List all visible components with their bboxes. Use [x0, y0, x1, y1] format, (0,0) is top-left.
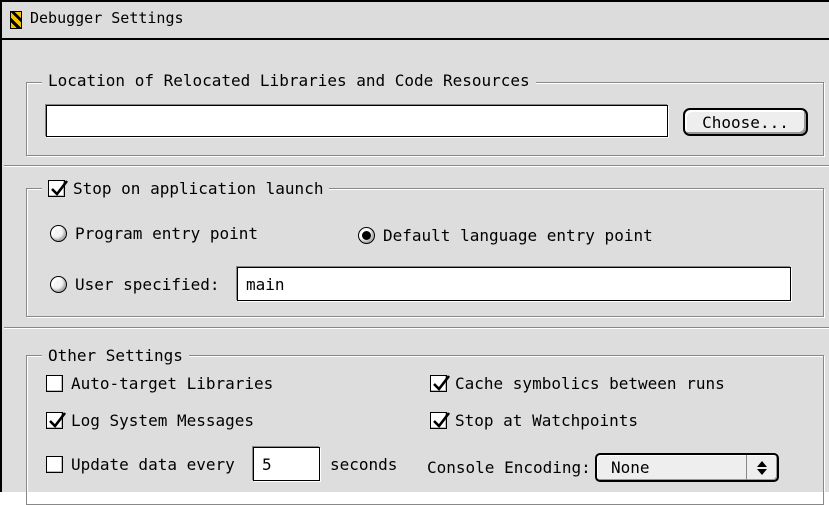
app-icon: [10, 11, 22, 29]
libraries-legend: Location of Relocated Libraries and Code…: [42, 69, 536, 91]
libraries-path-field[interactable]: [46, 105, 668, 137]
up-down-arrows-icon: [746, 455, 777, 480]
other-settings-legend-label: Other Settings: [48, 345, 183, 365]
console-encoding-text: Console Encoding:: [427, 458, 591, 477]
update-every-label: Update data every: [71, 455, 235, 474]
cache-symbolics-option[interactable]: Cache symbolics between runs: [430, 374, 725, 393]
seconds-label: seconds: [330, 455, 398, 474]
auto-target-label: Auto-target Libraries: [71, 374, 274, 393]
user-specified-value: main: [246, 274, 285, 294]
update-every-checkbox[interactable]: [46, 456, 63, 473]
title-bar[interactable]: Debugger Settings: [2, 2, 829, 40]
log-system-label: Log System Messages: [71, 411, 255, 430]
default-entry-label: Default language entry point: [383, 226, 653, 245]
user-specified-label: User specified:: [75, 275, 220, 294]
console-encoding-label: Console Encoding:: [427, 458, 591, 477]
auto-target-option[interactable]: Auto-target Libraries: [46, 374, 273, 393]
stop-watchpoints-option[interactable]: Stop at Watchpoints: [430, 411, 638, 430]
update-interval-value: 5: [262, 454, 272, 474]
section-divider: [4, 327, 829, 329]
cache-symbolics-label: Cache symbolics between runs: [455, 374, 725, 393]
program-entry-label: Program entry point: [75, 224, 259, 243]
user-specified-radio[interactable]: [50, 276, 67, 293]
update-every-option[interactable]: Update data every: [46, 455, 235, 474]
libraries-legend-label: Location of Relocated Libraries and Code…: [48, 70, 530, 90]
console-encoding-popup[interactable]: None: [595, 453, 779, 482]
choose-button-label: Choose...: [702, 112, 789, 132]
program-entry-option[interactable]: Program entry point: [50, 224, 258, 243]
user-specified-field[interactable]: main: [237, 267, 791, 301]
program-entry-radio[interactable]: [50, 225, 67, 242]
update-interval-field[interactable]: 5: [253, 447, 320, 481]
window-title: Debugger Settings: [30, 9, 184, 27]
other-settings-legend: Other Settings: [42, 344, 189, 366]
section-divider: [4, 165, 829, 167]
console-encoding-value: None: [611, 458, 650, 477]
log-system-option[interactable]: Log System Messages: [46, 411, 254, 430]
cache-symbolics-checkbox[interactable]: [430, 375, 451, 392]
launch-legend: Stop on application launch: [42, 177, 330, 199]
default-entry-option[interactable]: Default language entry point: [358, 226, 653, 245]
stop-watchpoints-checkbox[interactable]: [430, 412, 451, 429]
stop-on-launch-label: Stop on application launch: [73, 178, 324, 198]
debugger-settings-window: Debugger Settings Location of Relocated …: [0, 0, 829, 505]
choose-button[interactable]: Choose...: [683, 108, 808, 136]
user-specified-option[interactable]: User specified:: [50, 275, 220, 294]
stop-on-launch-checkbox[interactable]: [48, 179, 69, 197]
default-entry-radio[interactable]: [358, 227, 375, 244]
auto-target-checkbox[interactable]: [46, 375, 63, 392]
stop-watchpoints-label: Stop at Watchpoints: [455, 411, 639, 430]
seconds-text: seconds: [330, 455, 397, 474]
log-system-checkbox[interactable]: [46, 412, 67, 429]
